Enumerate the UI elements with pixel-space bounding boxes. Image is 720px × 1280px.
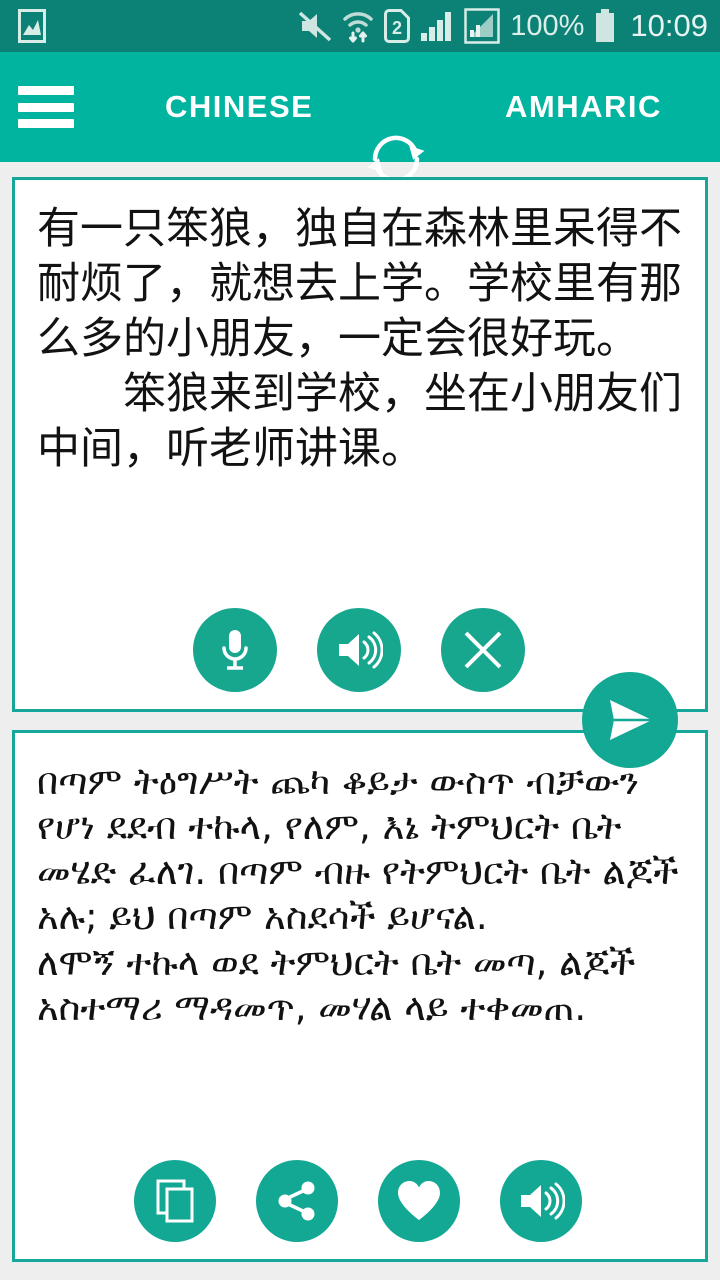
app-bar: CHINESE AMHARIC	[0, 52, 720, 183]
menu-bar-2	[18, 102, 74, 112]
signal-bars-icon	[420, 10, 454, 42]
favorite-button[interactable]	[378, 1160, 460, 1242]
copy-button[interactable]	[134, 1160, 216, 1242]
battery-icon	[594, 9, 616, 43]
heart-icon	[398, 1181, 440, 1220]
share-button[interactable]	[256, 1160, 338, 1242]
target-language-selector[interactable]: AMHARIC	[505, 89, 662, 125]
battery-percent-label: 100%	[510, 9, 585, 42]
close-icon	[464, 631, 502, 669]
signal-bars-secondary-icon	[464, 8, 500, 44]
menu-icon[interactable]	[18, 86, 74, 128]
share-icon	[278, 1181, 315, 1221]
target-action-row	[134, 1160, 582, 1242]
menu-bar-3	[18, 119, 74, 128]
sim2-icon: 2	[384, 9, 411, 43]
send-icon	[610, 700, 652, 740]
clock-label: 10:09	[630, 8, 708, 43]
speaker-icon	[521, 1182, 565, 1220]
microphone-icon	[222, 630, 248, 670]
menu-bar-1	[18, 86, 74, 95]
clear-button[interactable]	[441, 608, 525, 692]
target-text[interactable]: በጣም ትዕግሥት ጨካ ቆይታ ውስጥ ብቻውን የሆነ ደደብ ተኩላ, የ…	[15, 733, 705, 1030]
source-action-row	[193, 608, 525, 692]
mute-icon	[298, 10, 332, 42]
status-bar-left	[18, 9, 46, 43]
status-bar: 2 100% 10:09	[0, 0, 720, 52]
copy-icon	[156, 1179, 194, 1223]
status-bar-right: 2 100% 10:09	[298, 8, 708, 44]
svg-text:2: 2	[392, 18, 402, 38]
source-language-selector[interactable]: CHINESE	[165, 89, 313, 125]
screenshot-icon	[18, 9, 46, 43]
speak-source-button[interactable]	[317, 608, 401, 692]
app-screen: 2 100% 10:09 CHINESE AMHARIC 有一只笨狼，独自在森林…	[0, 0, 720, 1280]
microphone-button[interactable]	[193, 608, 277, 692]
source-text[interactable]: 有一只笨狼，独自在森林里呆得不耐烦了，就想去上学。学校里有那么多的小朋友，一定会…	[15, 180, 705, 477]
speak-target-button[interactable]	[500, 1160, 582, 1242]
wifi-icon	[342, 8, 374, 44]
translate-send-button[interactable]	[582, 672, 678, 768]
speaker-icon	[339, 631, 383, 669]
